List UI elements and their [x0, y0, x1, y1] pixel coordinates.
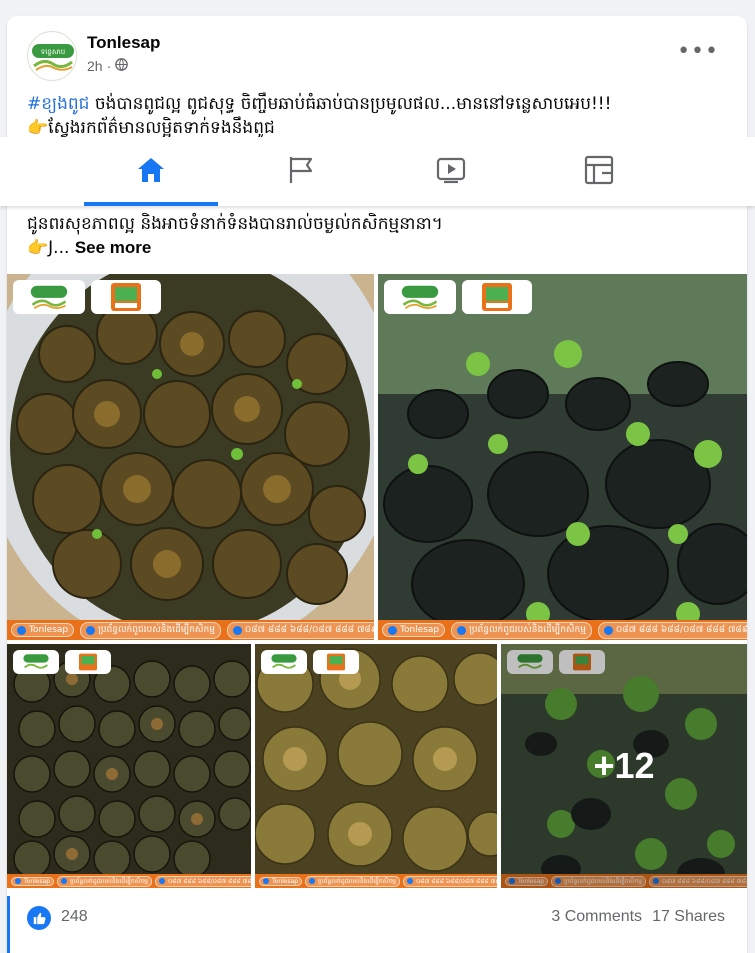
photo-grid: Tonlesap ប្រព័ន្ធលក់ពូជរបស់និងដើម្បីកសិក…	[7, 274, 747, 888]
post-line-4: 👉J... See more	[27, 236, 737, 260]
photo-1[interactable]: Tonlesap ប្រព័ន្ធលក់ពូជរបស់និងដើម្បីកសិក…	[7, 274, 374, 640]
top-tab-bar	[0, 137, 755, 206]
tonlesap-logo	[384, 280, 456, 314]
pointing-hand-icon: 👉	[27, 118, 49, 138]
watermark-strip: Tonlesap ប្រព័ន្ធលក់ពូជរបស់និងដើម្បីកសិក…	[7, 874, 251, 888]
phone-icon	[232, 625, 242, 635]
page-avatar[interactable]: ទន្លេសាប	[27, 31, 77, 81]
page-name[interactable]: Tonlesap	[87, 33, 160, 53]
tonlesap-logo	[13, 280, 85, 314]
post-line-4-text: J...	[48, 238, 75, 258]
post-stats: 248 3 Comments 17 Shares	[7, 898, 747, 948]
post-line-2-text: ស្វែងរកព័ត៌មានលម្អិតទាក់ទងនឹងពូជ	[48, 118, 275, 138]
tonlesap-logo: ទន្លេសាប	[32, 42, 74, 72]
partner-logo	[313, 650, 359, 674]
post-line-1-text: ចង់បានពូជល្អ ពូជសុទ្ធ ចិញ្ចឹមឆាប់ធំឆាប់ប…	[89, 94, 612, 114]
snails-in-pond-image	[378, 274, 747, 640]
facebook-icon	[15, 878, 21, 884]
like-reaction-icon[interactable]	[27, 906, 51, 930]
post-message-continued: ជូនពរសុខភាពល្អ និងអាចទំនាក់ទំនងបានរាល់ចម…	[27, 212, 737, 260]
photo-4[interactable]: Tonlesap ប្រព័ន្ធលក់ពូជរបស់និងដើម្បីកសិក…	[255, 644, 497, 888]
hashtag-link[interactable]: #ខ្យងពូជ	[27, 94, 89, 114]
flag-icon	[287, 155, 315, 189]
post-line-3: ជូនពរសុខភាពល្អ និងអាចទំនាក់ទំនងបានរាល់ចម…	[27, 214, 443, 234]
phone-icon	[406, 878, 413, 884]
partner-logo	[91, 280, 161, 314]
telegram-icon	[457, 625, 467, 635]
watermark-logos	[261, 650, 359, 674]
tab-pages[interactable]	[234, 137, 368, 206]
home-icon	[136, 156, 166, 188]
reaction-count[interactable]: 248	[61, 908, 88, 926]
tonlesap-logo	[261, 650, 307, 674]
golden-snails-image	[255, 644, 497, 888]
watermark-logos	[13, 650, 111, 674]
shares-count[interactable]: 17 Shares	[652, 908, 725, 926]
post-meta: 2h ·	[87, 58, 129, 74]
telegram-icon	[309, 878, 316, 884]
photo-2[interactable]: Tonlesap ប្រព័ន្ធលក់ពូជរបស់និងដើម្បីកសិក…	[378, 274, 747, 640]
photo-5-more[interactable]: Tonlesap ប្រព័ន្ធលក់ពូជរបស់និងដើម្បីកសិក…	[501, 644, 747, 888]
more-options-button[interactable]: •••	[677, 41, 719, 63]
comments-count[interactable]: 3 Comments	[551, 908, 642, 926]
watermark-logos	[384, 280, 532, 314]
more-photos-overlay[interactable]: +12	[501, 644, 747, 888]
post-header: ទន្លេសាប Tonlesap 2h · •••	[7, 16, 747, 96]
svg-text:ទន្លេសាប: ទន្លេសាប	[41, 48, 66, 56]
watermark-strip: Tonlesap ប្រព័ន្ធលក់ពូជរបស់និងដើម្បីកសិក…	[255, 874, 497, 888]
watermark-strip: Tonlesap ប្រព័ន្ធលក់ពូជរបស់និងដើម្បីកសិក…	[7, 620, 374, 640]
gaming-icon	[584, 155, 614, 189]
dark-snails-image	[7, 644, 251, 888]
pointing-hand-icon-2: 👉	[27, 238, 49, 258]
partner-logo	[65, 650, 111, 674]
post-time[interactable]: 2h	[87, 58, 103, 74]
telegram-icon	[86, 625, 96, 635]
post-line-1: #ខ្យងពូជ ចង់បានពូជល្អ ពូជសុទ្ធ ចិញ្ចឹមឆា…	[27, 92, 737, 116]
watermark-strip: Tonlesap ប្រព័ន្ធលក់ពូជរបស់និងដើម្បីកសិក…	[378, 620, 747, 640]
post-message: #ខ្យងពូជ ចង់បានពូជល្អ ពូជសុទ្ធ ចិញ្ចឹមឆា…	[27, 92, 737, 140]
tonlesap-logo	[13, 650, 59, 674]
telegram-icon	[61, 878, 68, 884]
facebook-icon	[388, 625, 397, 635]
facebook-icon	[17, 625, 26, 635]
tab-watch[interactable]	[384, 137, 518, 206]
globe-icon	[115, 58, 129, 74]
snails-in-bucket-image	[7, 274, 374, 640]
facebook-icon	[263, 878, 269, 884]
partner-logo	[462, 280, 532, 314]
phone-icon	[158, 878, 165, 884]
watermark-logos	[13, 280, 161, 314]
tab-home[interactable]	[84, 137, 218, 206]
photo-3[interactable]: Tonlesap ប្រព័ន្ធលក់ពូជរបស់និងដើម្បីកសិក…	[7, 644, 251, 888]
video-play-icon	[436, 156, 466, 188]
see-more-link[interactable]: See more	[75, 238, 152, 257]
tab-gaming[interactable]	[532, 137, 666, 206]
phone-icon	[603, 625, 613, 635]
